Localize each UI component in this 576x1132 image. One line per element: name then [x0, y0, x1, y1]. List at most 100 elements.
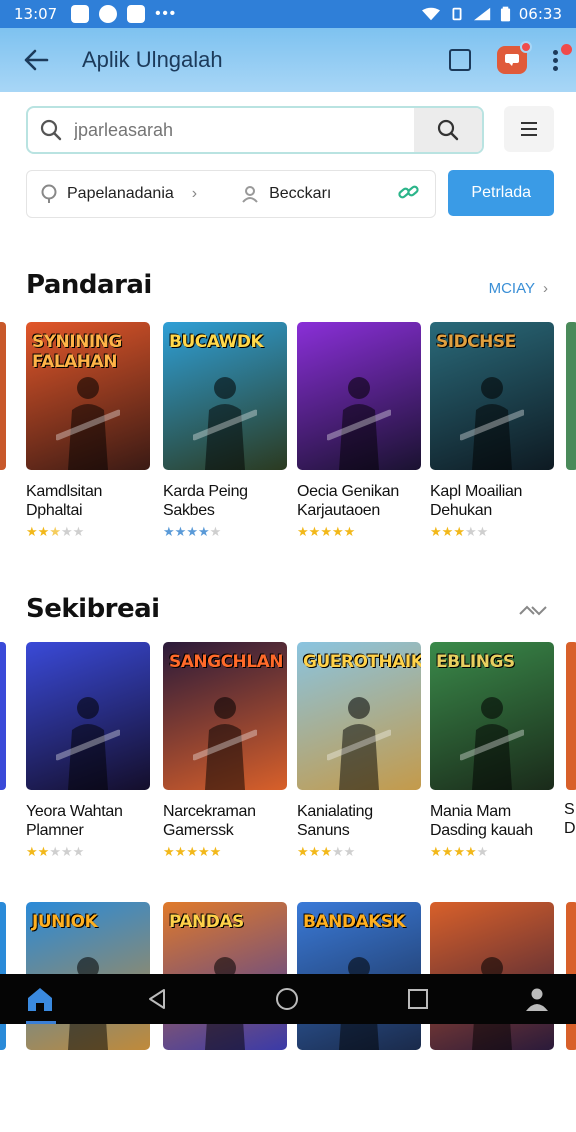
character-illustration	[193, 377, 257, 470]
star-rating: ★★★★★	[297, 524, 423, 540]
home-icon[interactable]	[26, 986, 54, 1012]
star-icon: ★	[453, 524, 465, 539]
game-card[interactable]: Yeora Wahtan Plamner ★★★★★	[26, 642, 152, 860]
game-cover-logo: SANGCHLAN	[169, 652, 284, 672]
notification-icons: •••	[71, 5, 177, 23]
star-icon: ★	[26, 524, 38, 539]
menu-button[interactable]	[504, 106, 554, 152]
filter-row: Papelanadania › Becckarı Petrlada	[26, 170, 554, 218]
nav-back-icon[interactable]	[146, 988, 168, 1010]
location-filter[interactable]: Papelanadania ›	[41, 184, 197, 204]
partial-card-right	[566, 642, 576, 790]
search-button[interactable]	[414, 108, 482, 152]
game-card[interactable]: SANGCHLAN Narcekraman Gamerssk ★★★★★	[163, 642, 289, 860]
star-icon: ★	[209, 524, 222, 539]
system-icons: 06:33	[421, 5, 562, 23]
character-illustration	[56, 377, 120, 470]
app-bar: Aplik Ulngalah	[0, 28, 576, 92]
star-icon: ★	[297, 844, 309, 859]
game-cover-image: EBLINGS	[430, 642, 554, 790]
game-title: Oecia Genikan Karjautaoen	[297, 483, 399, 519]
primary-action-button[interactable]: Petrlada	[448, 170, 554, 216]
star-icon: ★	[297, 524, 309, 539]
game-cover-logo: SYNINING FALAHAN	[32, 332, 122, 372]
star-icon: ★	[308, 844, 321, 859]
sort-arrows-icon	[519, 605, 547, 616]
game-cover-image: SIDCHSE	[430, 322, 554, 470]
see-more-link[interactable]: MCIAY ›	[489, 280, 548, 297]
status-time-right: 06:33	[518, 5, 562, 23]
search-icon	[28, 119, 74, 141]
star-icon: ★	[430, 524, 442, 539]
star-icon: ★	[37, 844, 50, 859]
character-illustration	[327, 697, 391, 790]
game-card[interactable]: BUCAWDK Karda Peing Sakbes ★★★★★	[163, 322, 289, 540]
gallery-notification-icon	[71, 5, 90, 23]
character-illustration	[327, 377, 391, 470]
nav-home-circle-icon[interactable]	[276, 988, 298, 1010]
arrow-left-icon	[24, 49, 49, 71]
character-illustration	[460, 697, 524, 790]
star-icon: ★	[476, 524, 489, 539]
star-icon: ★	[163, 844, 175, 859]
game-title: Mania Mam Dasding kauah	[430, 803, 533, 839]
star-icon: ★	[72, 524, 85, 539]
game-card[interactable]: SYNINING FALAHAN Kamdlsitan Dphaltai ★★★★★	[26, 322, 152, 540]
character-illustration	[193, 697, 257, 790]
back-button[interactable]	[18, 42, 54, 78]
game-cover-image	[297, 322, 421, 470]
game-row: SYNINING FALAHAN Kamdlsitan Dphaltai ★★★★★…	[0, 322, 576, 552]
window-icon[interactable]	[449, 49, 471, 71]
more-options-icon[interactable]	[553, 43, 572, 71]
star-icon: ★	[60, 844, 73, 859]
game-row: Yeora Wahtan Plamner ★★★★★ SANGCHLAN Narcek…	[0, 642, 576, 872]
game-cover-logo: GUEROTHAIK	[303, 652, 421, 672]
game-cover-image: BUCAWDK	[163, 322, 287, 470]
contact-filter[interactable]: Becckarı	[241, 185, 331, 203]
contact-filter-label: Becckarı	[269, 185, 332, 202]
star-icon: ★	[441, 524, 454, 539]
star-icon: ★	[174, 844, 187, 859]
game-card[interactable]: SIDCHSE Kapl Moailian Dehukan ★★★★★	[430, 322, 556, 540]
game-cover-logo: PANDAS	[169, 912, 244, 932]
star-icon: ★	[343, 844, 356, 859]
see-more-label: MCIAY	[488, 280, 535, 297]
sort-toggle[interactable]	[518, 602, 548, 618]
game-cover-logo: BANDAKSK	[303, 912, 406, 932]
signal-icon	[473, 7, 490, 21]
battery-icon	[500, 6, 510, 22]
search-box	[26, 106, 484, 154]
star-icon: ★	[49, 844, 61, 859]
vibrate-icon	[452, 7, 462, 21]
user-icon	[242, 186, 258, 203]
star-icon: ★	[331, 844, 344, 859]
link-icon[interactable]	[397, 182, 421, 207]
search-input[interactable]	[74, 110, 414, 150]
more-notifications-icon: •••	[155, 5, 177, 22]
game-card[interactable]: EBLINGS Mania Mam Dasding kauah ★★★★★	[430, 642, 556, 860]
game-title: Karda Peing Sakbes	[163, 483, 248, 519]
star-icon: ★	[197, 524, 210, 539]
star-icon: ★	[60, 524, 73, 539]
sync-notification-icon	[99, 5, 118, 23]
search-row	[26, 106, 554, 154]
game-cover-logo: SIDCHSE	[436, 332, 516, 352]
star-icon: ★	[453, 844, 465, 859]
filter-box: Papelanadania › Becckarı	[26, 170, 437, 218]
star-icon: ★	[320, 524, 332, 539]
send-notification-icon	[127, 5, 146, 23]
chevron-right-icon: ›	[191, 185, 198, 202]
game-card[interactable]: Oecia Genikan Karjautaoen ★★★★★	[297, 322, 423, 540]
star-icon: ★	[37, 524, 50, 539]
game-cover-logo: BUCAWDK	[169, 332, 264, 352]
search-submit-icon	[437, 119, 459, 141]
chat-icon[interactable]	[497, 41, 532, 74]
nav-recents-icon[interactable]	[408, 989, 428, 1009]
star-icon: ★	[49, 524, 61, 539]
star-icon: ★	[308, 524, 321, 539]
game-card[interactable]: GUEROTHAIK Kanialating Sanuns ★★★★★	[297, 642, 423, 860]
profile-icon[interactable]	[524, 987, 550, 1011]
star-rating: ★★★★★	[430, 844, 556, 860]
star-icon: ★	[441, 844, 454, 859]
star-icon: ★	[186, 844, 198, 859]
